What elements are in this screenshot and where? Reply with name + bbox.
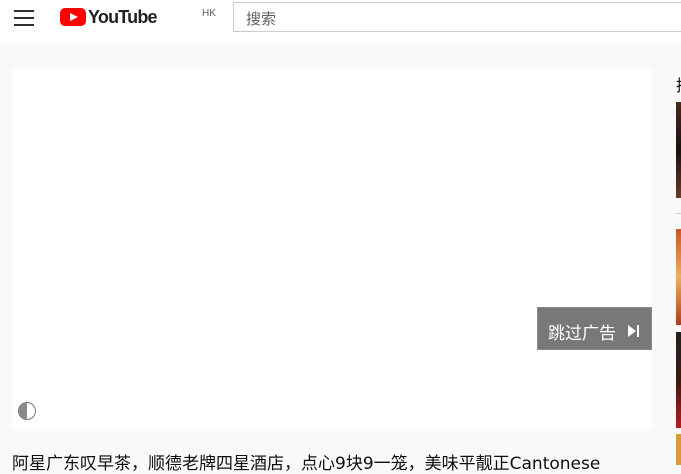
sidebar-divider [676,213,681,214]
play-logo-icon [60,8,86,26]
logo-region-code: HK [202,8,216,19]
skip-ad-button[interactable]: 跳过广告 [537,307,652,350]
logo-text: YouTube [88,7,158,27]
search-input[interactable]: 搜索 [233,2,681,32]
skip-next-icon [628,325,640,337]
related-video-thumbnail[interactable] [676,434,681,465]
search-placeholder: 搜索 [246,10,277,28]
ad-countdown-icon [18,402,36,420]
sidebar-heading: 推 [676,72,681,96]
related-video-thumbnail[interactable] [676,229,681,325]
video-player[interactable]: 跳过广告 [12,69,652,429]
menu-icon[interactable] [14,10,34,26]
masthead: YouTube HK 搜索 [0,0,681,44]
skip-ad-label: 跳过广告 [548,324,616,344]
related-video-thumbnail[interactable] [676,102,681,198]
video-title: 阿星广东叹早茶，顺德老牌四星酒店，点心9块9一笼，美味平靓正Cantonese [12,454,601,474]
related-video-thumbnail[interactable] [676,332,681,428]
